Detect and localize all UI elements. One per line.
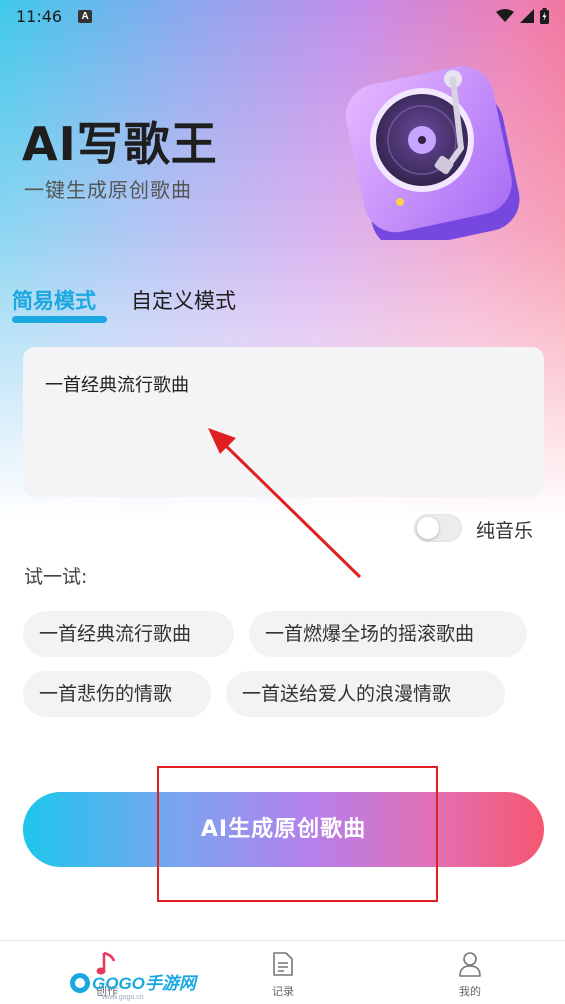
instrumental-toggle[interactable]: [414, 514, 462, 542]
suggestion-chip[interactable]: 一首送给爱人的浪漫情歌: [226, 671, 505, 717]
gogo-watermark-logo: GOGO手游网 www.gogo.cn: [70, 973, 198, 1001]
battery-icon: [540, 8, 549, 24]
toggle-knob: [417, 517, 439, 539]
nav-item-mine[interactable]: 我的: [425, 941, 515, 1004]
tab-simple-mode[interactable]: 简易模式: [12, 285, 96, 315]
nav-label: 我的: [459, 985, 481, 998]
prompt-input[interactable]: 一首经典流行歌曲: [23, 347, 544, 497]
app-subtitle: 一键生成原创歌曲: [24, 178, 192, 202]
signal-icon: [520, 9, 534, 23]
suggestion-chip[interactable]: 一首燃爆全场的摇滚歌曲: [249, 611, 527, 657]
status-bar: 11:46 A: [0, 0, 565, 32]
status-time: 11:46: [16, 6, 63, 26]
app-title: AI写歌王: [22, 117, 218, 171]
watermark-url: www.gogo.cn: [101, 994, 144, 1001]
try-label: 试一试:: [24, 566, 88, 588]
wifi-icon: [496, 9, 514, 22]
nav-item-records[interactable]: 记录: [238, 941, 328, 1004]
status-icons: [496, 8, 549, 24]
watermark-text: GOGO手游网: [92, 974, 198, 993]
nav-label: 记录: [272, 985, 294, 998]
turntable-icon: [345, 66, 520, 240]
notification-icon: A: [78, 9, 93, 23]
person-icon: [459, 952, 481, 977]
document-icon: [273, 952, 293, 976]
instrumental-label: 纯音乐: [476, 520, 534, 542]
suggestion-chip[interactable]: 一首经典流行歌曲: [23, 611, 234, 657]
prompt-input-value: 一首经典流行歌曲: [45, 375, 189, 396]
suggestion-chip[interactable]: 一首悲伤的情歌: [23, 671, 211, 717]
generate-song-button[interactable]: AI生成原创歌曲: [23, 792, 544, 867]
active-tab-indicator: [12, 316, 107, 323]
tab-custom-mode[interactable]: 自定义模式: [131, 285, 236, 315]
